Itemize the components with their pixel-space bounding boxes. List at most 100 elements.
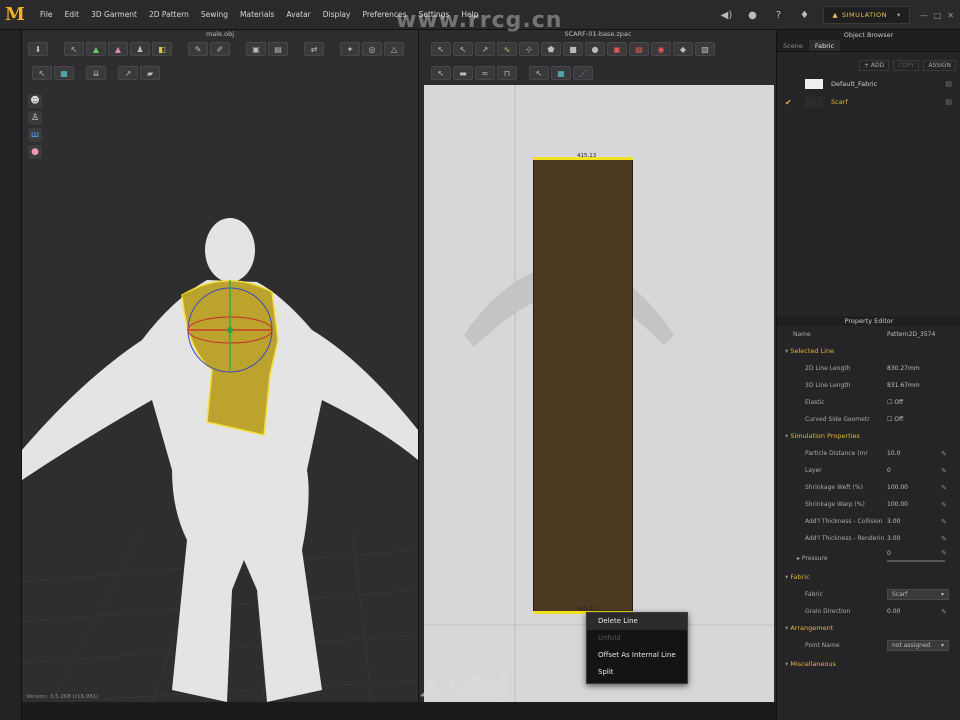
user-icon[interactable]: ● — [739, 10, 765, 21]
2d-pattern-canvas[interactable]: 415.13 415.13 — [424, 85, 774, 702]
help-icon[interactable]: ? — [765, 10, 791, 21]
section-fabric[interactable]: Fabric — [777, 569, 960, 586]
notch-icon[interactable]: ▨ — [695, 42, 715, 56]
split-menu-item[interactable]: Split — [587, 664, 687, 681]
close-icon[interactable]: ✕ — [947, 11, 954, 20]
prop-shrinkage-warp: Shrinkage Warp (%) 100.00 ✎ — [777, 496, 960, 513]
edit-sewing-icon[interactable]: ↖ — [431, 66, 451, 80]
3d-scene — [22, 218, 418, 702]
prop-value[interactable]: 0 — [887, 550, 891, 557]
minimize-icon[interactable]: — — [920, 11, 928, 20]
edit-icon[interactable]: ✎ — [941, 535, 947, 543]
dart-icon[interactable]: ◆ — [673, 42, 693, 56]
copy-fabric-button[interactable]: COPY — [893, 60, 920, 71]
section-selected-line[interactable]: Selected Line — [777, 343, 960, 360]
circle-icon[interactable]: ● — [585, 42, 605, 56]
prop-value[interactable]: 100.00 — [887, 484, 908, 491]
internal-circle-icon[interactable]: ◉ — [651, 42, 671, 56]
fabric-item-scarf[interactable]: ✔ Scarf ▤ — [777, 93, 960, 111]
edit-icon[interactable]: ✎ — [941, 450, 947, 458]
section-arrangement[interactable]: Arrangement — [777, 620, 960, 637]
prop-value[interactable]: 3.00 — [887, 518, 900, 525]
polygon-icon[interactable]: ⬟ — [541, 42, 561, 56]
menu-materials[interactable]: Materials — [234, 10, 280, 19]
edit-icon[interactable]: ✎ — [941, 484, 947, 492]
prop-label: Shrinkage Weft (%) — [805, 484, 863, 491]
prop-value[interactable]: 0 — [887, 467, 891, 474]
prop-value[interactable]: 0.00 — [887, 608, 900, 615]
object-browser-tabs: Scene Fabric — [777, 40, 960, 52]
version-label: Version: 3.5.268 (r16,981) — [26, 694, 99, 700]
fabric-settings-icon[interactable]: ▤ — [945, 80, 952, 88]
scarf-pattern[interactable] — [533, 157, 633, 614]
graphic-icon[interactable]: ⋰ — [573, 66, 593, 80]
dropdown-value: not assigned — [892, 642, 931, 649]
internal-rect-icon[interactable]: ▤ — [629, 42, 649, 56]
point-name-dropdown[interactable]: not assigned ▾ — [887, 640, 949, 651]
section-misc[interactable]: Miscellaneous — [777, 656, 960, 673]
edit-icon[interactable]: ✎ — [941, 501, 947, 509]
maximize-icon[interactable]: □ — [934, 11, 942, 20]
menu-avatar[interactable]: Avatar — [280, 10, 316, 19]
free-sewing-icon[interactable]: ≈ — [475, 66, 495, 80]
prop-checkbox[interactable]: ☐ Off — [887, 399, 903, 406]
menu-file[interactable]: File — [34, 10, 59, 19]
fabric-dropdown[interactable]: Scarf ▾ — [887, 589, 949, 600]
rectangle-icon[interactable]: ■ — [563, 42, 583, 56]
fabric-name: Scarf — [831, 98, 848, 106]
add-point-icon[interactable]: ⊹ — [519, 42, 539, 56]
pressure-slider[interactable] — [887, 560, 945, 562]
prop-value[interactable]: 100.00 — [887, 501, 908, 508]
edit-curve-icon[interactable]: ↗ — [475, 42, 495, 56]
volume-icon[interactable]: ◀) — [713, 10, 739, 21]
edit-point-icon[interactable]: ↖ — [453, 42, 473, 56]
menu-sewing[interactable]: Sewing — [195, 10, 234, 19]
fabric-item-default[interactable]: Default_Fabric ▤ — [777, 75, 960, 93]
menu-display[interactable]: Display — [317, 10, 357, 19]
tab-scene[interactable]: Scene — [777, 40, 809, 51]
curve-point-icon[interactable]: ∿ — [497, 42, 517, 56]
check-sewing-icon[interactable]: ⊓ — [497, 66, 517, 80]
internal-polygon-icon[interactable]: ▣ — [607, 42, 627, 56]
segment-sewing-icon[interactable]: ▬ — [453, 66, 473, 80]
prop-label: Fabric — [805, 591, 823, 598]
dropdown-value: Scarf — [892, 591, 908, 598]
app-window: M File Edit 3D Garment 2D Pattern Sewing… — [0, 0, 960, 720]
texture-grid-icon[interactable]: ▦ — [551, 66, 571, 80]
edit-icon[interactable]: ✎ — [941, 467, 947, 475]
fabric-actions: + ADD COPY ASSIGN — [777, 52, 960, 75]
delete-line-menu-item[interactable]: Delete Line — [587, 613, 687, 630]
prop-checkbox[interactable]: ☐ Off — [887, 416, 903, 423]
check-icon: ✔ — [785, 97, 792, 107]
edit-icon[interactable]: ✎ — [941, 518, 947, 526]
offset-internal-line-menu-item[interactable]: Offset As Internal Line — [587, 647, 687, 664]
mode-logo-icon: ▲ — [832, 11, 838, 19]
watermark-bottom: 人人素材 — [420, 676, 509, 701]
edit-icon[interactable]: ✎ — [941, 549, 947, 557]
menu-2d-pattern[interactable]: 2D Pattern — [143, 10, 195, 19]
3d-viewport[interactable]: male.obj ⬇ ↖ ▲ ▲ ♟ ◧ ✎ ✐ ▣ ▤ ⇄ ✦ ◎ △ ↖ ▦… — [22, 30, 418, 702]
add-fabric-button[interactable]: + ADD — [859, 60, 890, 71]
edit-icon[interactable]: ✎ — [941, 608, 947, 616]
top-right-controls: ◀) ● ? ♦ ▲ SIMULATION ▾ — □ ✕ — [713, 0, 960, 30]
property-name-value[interactable]: Pattern2D_3574 — [887, 331, 935, 338]
prop-value[interactable]: 3.00 — [887, 535, 900, 542]
edit-texture-icon[interactable]: ↖ — [529, 66, 549, 80]
section-simulation[interactable]: Simulation Properties — [777, 428, 960, 445]
unfold-menu-item[interactable]: Unfold — [587, 630, 687, 647]
community-icon[interactable]: ♦ — [791, 10, 817, 21]
transform-pattern-icon[interactable]: ↖ — [431, 42, 451, 56]
library-strip[interactable] — [0, 30, 22, 720]
menu-3d-garment[interactable]: 3D Garment — [85, 10, 143, 19]
fabric-settings-icon[interactable]: ▤ — [945, 98, 952, 106]
prop-value[interactable]: 10.0 — [887, 450, 900, 457]
tab-fabric[interactable]: Fabric — [808, 40, 841, 51]
2d-toolbar-row2: ↖ ▬ ≈ ⊓ ↖ ▦ ⋰ — [431, 66, 593, 80]
prop-label: 3D Line Length — [805, 382, 851, 389]
menu-edit[interactable]: Edit — [59, 10, 86, 19]
simulation-mode-button[interactable]: ▲ SIMULATION ▾ — [823, 6, 910, 24]
prop-value[interactable]: 830.27mm — [887, 365, 920, 372]
property-editor: Property Editor Name Pattern2D_3574 Sele… — [777, 316, 960, 673]
prop-label: Elastic — [805, 399, 825, 406]
assign-fabric-button[interactable]: ASSIGN — [923, 60, 956, 71]
